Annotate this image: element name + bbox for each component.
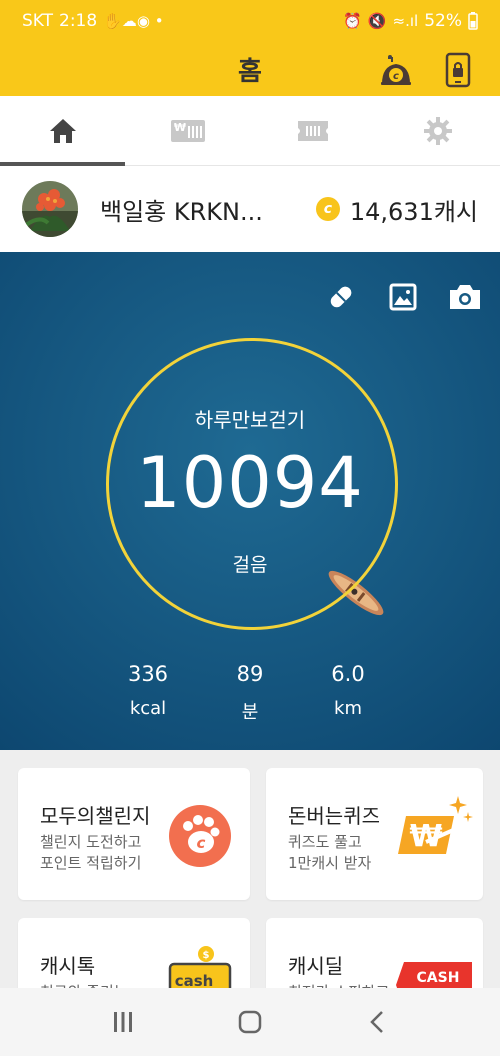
home-nav-button[interactable] xyxy=(225,997,275,1047)
back-icon xyxy=(369,1011,383,1033)
minutes-stat: 89 분 xyxy=(200,662,300,724)
wifi-signal-icon: ≈.ıl xyxy=(392,12,419,30)
challenge-desc-line: 챌린지 도전하고 xyxy=(40,833,142,851)
distance-unit: km xyxy=(334,698,362,719)
status-bar: SKT 2:18 ✋☁◉ • ⏰ 🔇 ≈.ıl 52% xyxy=(0,0,500,42)
coupon-icon xyxy=(297,120,328,141)
recent-apps-button[interactable] xyxy=(98,997,148,1047)
paw-coin-icon: c xyxy=(169,805,231,867)
camera-button[interactable] xyxy=(446,278,484,316)
tab-tickets[interactable]: ₩ xyxy=(125,96,250,165)
pill-icon xyxy=(330,286,352,308)
cash-balance[interactable]: c 14,631캐시 xyxy=(315,192,478,227)
status-right: ⏰ 🔇 ≈.ıl 52% xyxy=(343,11,478,31)
ticket-icon: ₩ xyxy=(170,119,205,142)
calories-stat: 336 kcal xyxy=(98,662,198,719)
camera-icon xyxy=(450,285,480,309)
profile-name: 백일홍 KRKN... xyxy=(100,197,263,226)
page-title: 홈 xyxy=(238,56,262,87)
quiz-card[interactable]: 돈버는퀴즈 퀴즈도 풀고 1만캐시 받자 ₩ xyxy=(266,768,483,900)
tab-home[interactable] xyxy=(0,96,125,166)
flower-avatar-image xyxy=(22,181,78,237)
recent-apps-icon xyxy=(114,1012,133,1032)
home-circle-icon xyxy=(238,1010,262,1034)
app-bar-actions: c xyxy=(376,50,478,90)
challenge-desc: 챌린지 도전하고 포인트 적립하기 xyxy=(40,832,141,874)
alarm-icon: ⏰ xyxy=(343,12,362,30)
won-sparkle-icon: ₩ xyxy=(398,796,473,854)
hero-tools xyxy=(322,278,484,316)
mute-icon: 🔇 xyxy=(367,12,387,30)
gallery-button[interactable] xyxy=(384,278,422,316)
challenge-card[interactable]: 모두의챌린지 챌린지 도전하고 포인트 적립하기 c xyxy=(18,768,250,900)
cashtalk-title: 캐시톡 xyxy=(40,954,96,978)
svg-text:c: c xyxy=(393,71,399,82)
challenge-title: 모두의챌린지 xyxy=(40,804,151,828)
gear-icon xyxy=(423,116,452,145)
tab-settings[interactable] xyxy=(375,96,500,165)
minutes-value: 89 xyxy=(236,662,264,686)
cash-bag-button[interactable]: c xyxy=(376,50,416,90)
svg-text:c: c xyxy=(197,834,206,852)
step-unit: 걸음 xyxy=(232,554,268,576)
cash-bag-icon: c xyxy=(381,55,411,85)
image-icon xyxy=(389,283,417,311)
back-nav-button[interactable] xyxy=(352,997,402,1047)
pedometer-panel[interactable]: 하루만보걷기 10094 걸음 336 kcal 89 분 6.0 km xyxy=(0,252,500,750)
app-bar: 홈 c xyxy=(0,42,500,96)
cashdeal-title: 캐시딜 xyxy=(288,954,344,978)
quiz-desc-line: 퀴즈도 풀고 xyxy=(288,833,362,851)
clock-label: 2:18 xyxy=(59,11,98,31)
pill-button[interactable] xyxy=(322,278,360,316)
minutes-unit: 분 xyxy=(241,702,259,723)
distance-stat: 6.0 km xyxy=(298,662,398,719)
avatar[interactable] xyxy=(22,181,78,237)
profile-row[interactable]: 백일홍 KRKN... c 14,631캐시 xyxy=(0,166,500,252)
svg-text:CASH: CASH xyxy=(417,970,460,986)
coin-icon: c xyxy=(315,197,340,221)
lock-screen-button[interactable] xyxy=(438,50,478,90)
status-left: SKT 2:18 ✋☁◉ • xyxy=(22,11,164,31)
quiz-desc: 퀴즈도 풀고 1만캐시 받자 xyxy=(288,832,371,874)
cash-amount: 14,631캐시 xyxy=(349,197,478,226)
distance-value: 6.0 xyxy=(331,662,365,686)
calories-unit: kcal xyxy=(129,698,167,719)
home-icon xyxy=(49,118,76,143)
calories-value: 336 xyxy=(127,662,169,686)
system-nav-bar xyxy=(0,988,500,1056)
svg-text:$: $ xyxy=(203,950,210,961)
tab-coupons[interactable] xyxy=(250,96,375,165)
tab-bar: ₩ xyxy=(0,96,500,166)
carrier-label: SKT xyxy=(22,11,54,31)
pedometer-title: 하루만보걷기 xyxy=(194,408,306,432)
phone-lock-icon xyxy=(445,52,471,88)
quiz-title: 돈버는퀴즈 xyxy=(288,804,380,828)
battery-icon xyxy=(468,12,478,30)
challenge-desc-line: 포인트 적립하기 xyxy=(40,854,142,872)
notification-icons: ✋☁◉ • xyxy=(103,12,164,30)
step-count: 10094 xyxy=(136,442,364,524)
quiz-desc-line: 1만캐시 받자 xyxy=(288,854,372,872)
battery-label: 52% xyxy=(424,11,462,31)
svg-text:₩: ₩ xyxy=(173,121,185,134)
